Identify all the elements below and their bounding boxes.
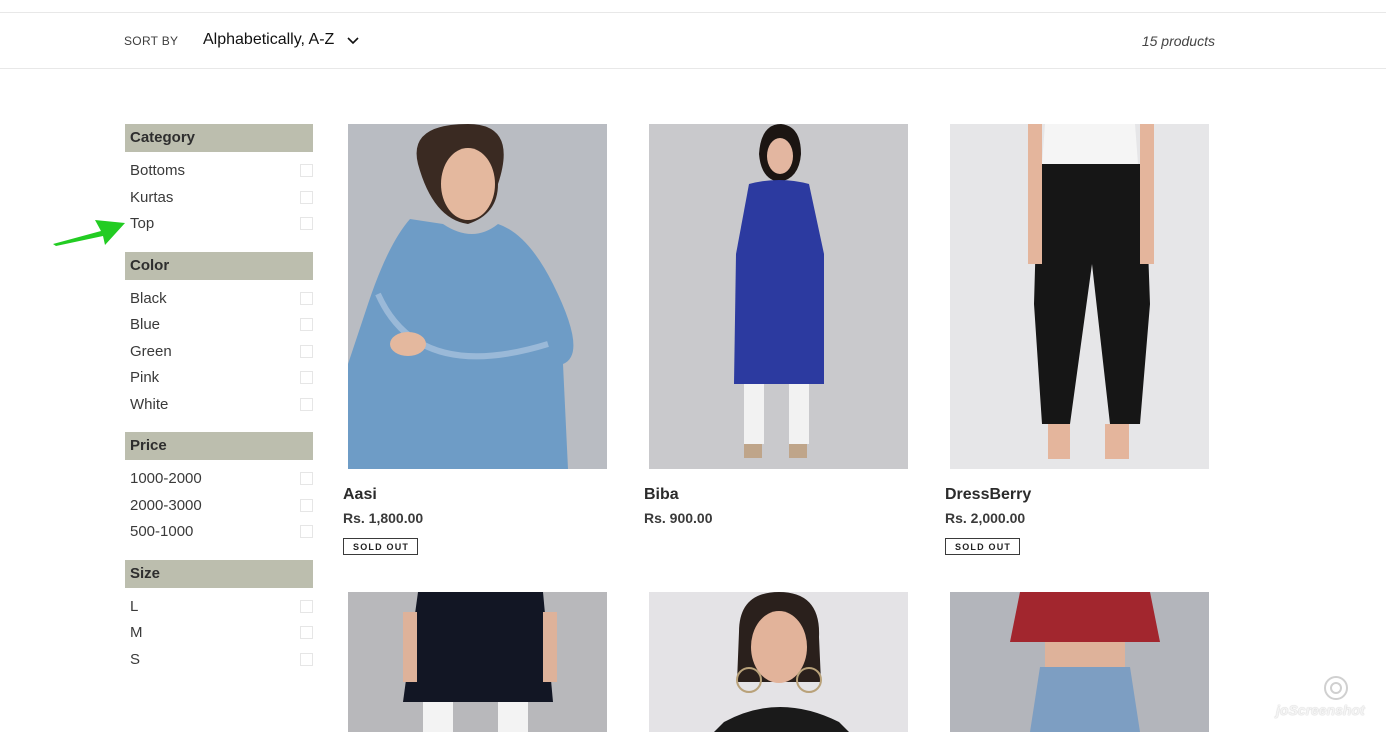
- filter-option-label: M: [130, 624, 143, 641]
- filter-option[interactable]: Pink: [125, 365, 313, 392]
- product-image[interactable]: [950, 592, 1209, 732]
- filter-option-label: L: [130, 597, 139, 615]
- filter-option[interactable]: White: [125, 392, 313, 419]
- filter-option[interactable]: Blue: [125, 312, 313, 339]
- watermark-text: joScreenshot: [1276, 702, 1365, 718]
- product-image[interactable]: [649, 592, 908, 732]
- filter-option[interactable]: Black: [125, 286, 313, 313]
- annotation-arrow-icon: [53, 220, 125, 246]
- facet-category: Category Bottoms Kurtas Top: [125, 124, 313, 238]
- sold-out-badge: SOLD OUT: [343, 538, 419, 555]
- sort-toolbar: SORT BY Alphabetically, A-Z 15 products: [0, 13, 1386, 69]
- filter-sidebar: Category Bottoms Kurtas Top Color Black …: [125, 124, 313, 687]
- facet-title: Color: [125, 251, 313, 280]
- filter-option-label: S: [130, 650, 141, 668]
- filter-option-label: White: [130, 395, 169, 413]
- facet-size: Size L M S: [125, 559, 313, 674]
- facet-color: Color Black Blue Green Pink White: [125, 251, 313, 419]
- filter-option[interactable]: Kurtas: [125, 185, 313, 212]
- filter-option[interactable]: 500-1000: [125, 519, 313, 546]
- product-card[interactable]: [649, 592, 908, 732]
- facet-title: Category: [125, 124, 313, 152]
- filter-checkbox[interactable]: [300, 599, 313, 613]
- filter-option[interactable]: Bottoms: [125, 158, 313, 185]
- watermark: joScreenshot: [1276, 672, 1386, 724]
- filter-checkbox[interactable]: [300, 190, 313, 204]
- filter-option-label: 2000-3000: [130, 496, 202, 514]
- filter-checkbox[interactable]: [300, 472, 313, 485]
- product-price: Rs. 2,000.00: [945, 510, 1026, 526]
- product-card[interactable]: [950, 592, 1209, 732]
- product-image[interactable]: [348, 124, 607, 469]
- product-price: Rs. 900.00: [644, 510, 713, 526]
- product-price: Rs. 1,800.00: [343, 510, 424, 526]
- product-name[interactable]: DressBerry: [945, 486, 1209, 504]
- filter-checkbox[interactable]: [300, 397, 313, 411]
- product-image[interactable]: [950, 124, 1209, 469]
- filter-checkbox[interactable]: [300, 291, 313, 305]
- filter-option-label: 500-1000: [130, 523, 194, 540]
- sort-select[interactable]: Alphabetically, A-Z: [203, 31, 360, 49]
- filter-checkbox[interactable]: [300, 164, 313, 177]
- filter-option-label: 1000-2000: [130, 470, 202, 487]
- filter-option[interactable]: S: [125, 647, 313, 674]
- filter-checkbox[interactable]: [300, 652, 313, 666]
- facet-title: Size: [125, 559, 313, 588]
- facet-price: Price 1000-2000 2000-3000 500-1000: [125, 432, 313, 546]
- filter-checkbox[interactable]: [300, 498, 313, 512]
- filter-option-label: Bottoms: [130, 162, 186, 179]
- product-image[interactable]: [348, 592, 607, 732]
- sort-select-value: Alphabetically, A-Z: [203, 31, 335, 48]
- filter-checkbox[interactable]: [300, 344, 313, 358]
- product-count: 15 products: [1141, 33, 1215, 49]
- filter-checkbox[interactable]: [300, 318, 313, 331]
- product-card[interactable]: Aasi Rs. 1,800.00 SOLD OUT: [343, 124, 607, 555]
- filter-option[interactable]: L: [125, 594, 313, 621]
- product-image[interactable]: [649, 124, 908, 469]
- chevron-down-icon: [346, 33, 360, 47]
- product-card[interactable]: DressBerry Rs. 2,000.00 SOLD OUT: [945, 124, 1209, 555]
- filter-checkbox[interactable]: [300, 525, 313, 538]
- filter-option-label: Kurtas: [130, 188, 174, 206]
- product-card[interactable]: Biba Rs. 900.00: [644, 124, 908, 526]
- sort-by-label: SORT BY: [124, 34, 179, 48]
- product-name[interactable]: Biba: [644, 486, 908, 504]
- filter-checkbox[interactable]: [300, 626, 313, 639]
- filter-option[interactable]: 2000-3000: [125, 493, 313, 520]
- facet-title: Price: [125, 432, 313, 460]
- filter-checkbox[interactable]: [300, 217, 313, 230]
- filter-option[interactable]: Green: [125, 339, 313, 366]
- filter-option-label: Green: [130, 342, 172, 360]
- product-name[interactable]: Aasi: [343, 486, 607, 504]
- filter-option[interactable]: 1000-2000: [125, 466, 313, 493]
- filter-option-label: Pink: [130, 369, 160, 386]
- filter-option-label: Blue: [130, 316, 161, 333]
- filter-option-label: Top: [130, 215, 155, 232]
- filter-option-label: Black: [130, 289, 167, 307]
- camera-icon: [1324, 676, 1348, 700]
- filter-option[interactable]: M: [125, 620, 313, 647]
- product-card[interactable]: [348, 592, 607, 732]
- sold-out-badge: SOLD OUT: [945, 538, 1021, 555]
- filter-checkbox[interactable]: [300, 371, 313, 384]
- filter-option[interactable]: Top: [125, 211, 313, 238]
